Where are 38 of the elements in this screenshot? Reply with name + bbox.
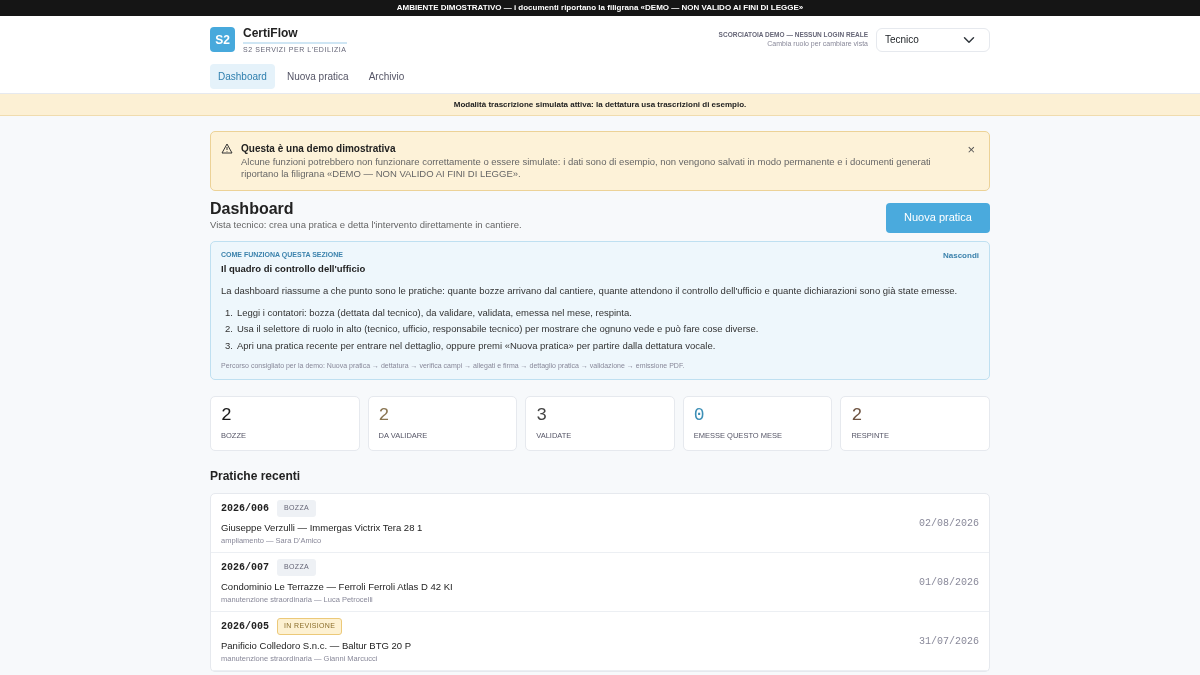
nav-tab[interactable]: Dashboard [210,63,275,89]
step-number: 1. [225,306,233,321]
practice-date: 01/08/2026 [919,575,979,590]
alert-text: Alcune funzioni potrebbero non funzionare correttamente o essere simulate: i dati sono di esempio, non vengono salvati in modo permanente e i documenti generati riportano la filigrana «DEMO — NON VALIDO AI FINI DI LEGGE». [241,155,932,182]
brand-name: CertiFlow [243,25,299,42]
step-number: 3. [225,338,233,353]
stat-value: 3 [536,406,548,427]
help-step: Apri una pratica recente per entrare nel dettaglio, oppure premi «Nuova pratica» per partire dalla dettatura vocale. [236,338,716,353]
stat-value: 2 [378,406,391,427]
warning-icon [221,142,233,154]
help-text: La dashboard riassume a che punto sono le pratiche: quante bozze arrivano dal cantiere, quante attendono il controllo dell'ufficio e quante dichiarazioni sono già state emesse. [221,283,959,298]
stat-value: 2 [221,406,233,427]
notice-bar: Modalità trascrizione simulata attiva: la dettatura usa trascrizioni di esempio. [0,93,1200,116]
stat-value: 2 [851,406,864,427]
help-step: Usa il selettore di ruolo in alto (tecnico, ufficio, responsabile tecnico) per mostrare che ognuno vede e può fare cose diverse. [236,322,759,337]
nav-tab[interactable]: Nuova pratica [278,63,357,89]
role-select[interactable]: Tecnico [876,27,990,52]
step-number: 2. [225,322,233,337]
practice-title: Panificio Colledoro S.n.c. — Baltur BTG 20 P [221,638,412,653]
page-title: Dashboard [210,199,295,219]
stat-value: 0 [693,406,706,427]
help-title: Il quadro di controllo dell'ufficio [221,261,367,276]
practice-title: Giuseppe Verzulli — Immergas Victrix Tera 28 1 [221,520,423,535]
help-step: Leggi i contatori: bozza (dettata dal tecnico), da validare, validata, emessa nel mese, respinta. [236,306,632,321]
practice-code: 2026/005 [221,620,269,635]
logo: S2 [210,27,235,53]
practice-title: Condominio Le Terrazze — Ferroli Ferroli Atlas D 42 KI [221,579,453,594]
practice-date: 02/08/2026 [919,516,979,531]
practice-code: 2026/007 [221,561,269,576]
top-banner: AMBIENTE DIMOSTRATIVO — i documenti riportano la filigrana «DEMO — NON VALIDO AI FINI DI LEGGE» [0,0,1200,16]
alert-title: Questa è una demo dimostrativa [241,141,397,156]
close-button[interactable]: × [963,142,979,156]
section-title: Pratiche recenti [210,468,302,486]
practice-date: 31/07/2026 [919,634,979,649]
practice-code: 2026/006 [221,502,269,517]
page-subtitle: Vista tecnico: crea una pratica e detta l'intervento direttamente in cantiere. [210,218,522,233]
nav-tab[interactable]: Archivio [360,63,413,89]
hide-link[interactable]: Nascondi [943,249,979,262]
